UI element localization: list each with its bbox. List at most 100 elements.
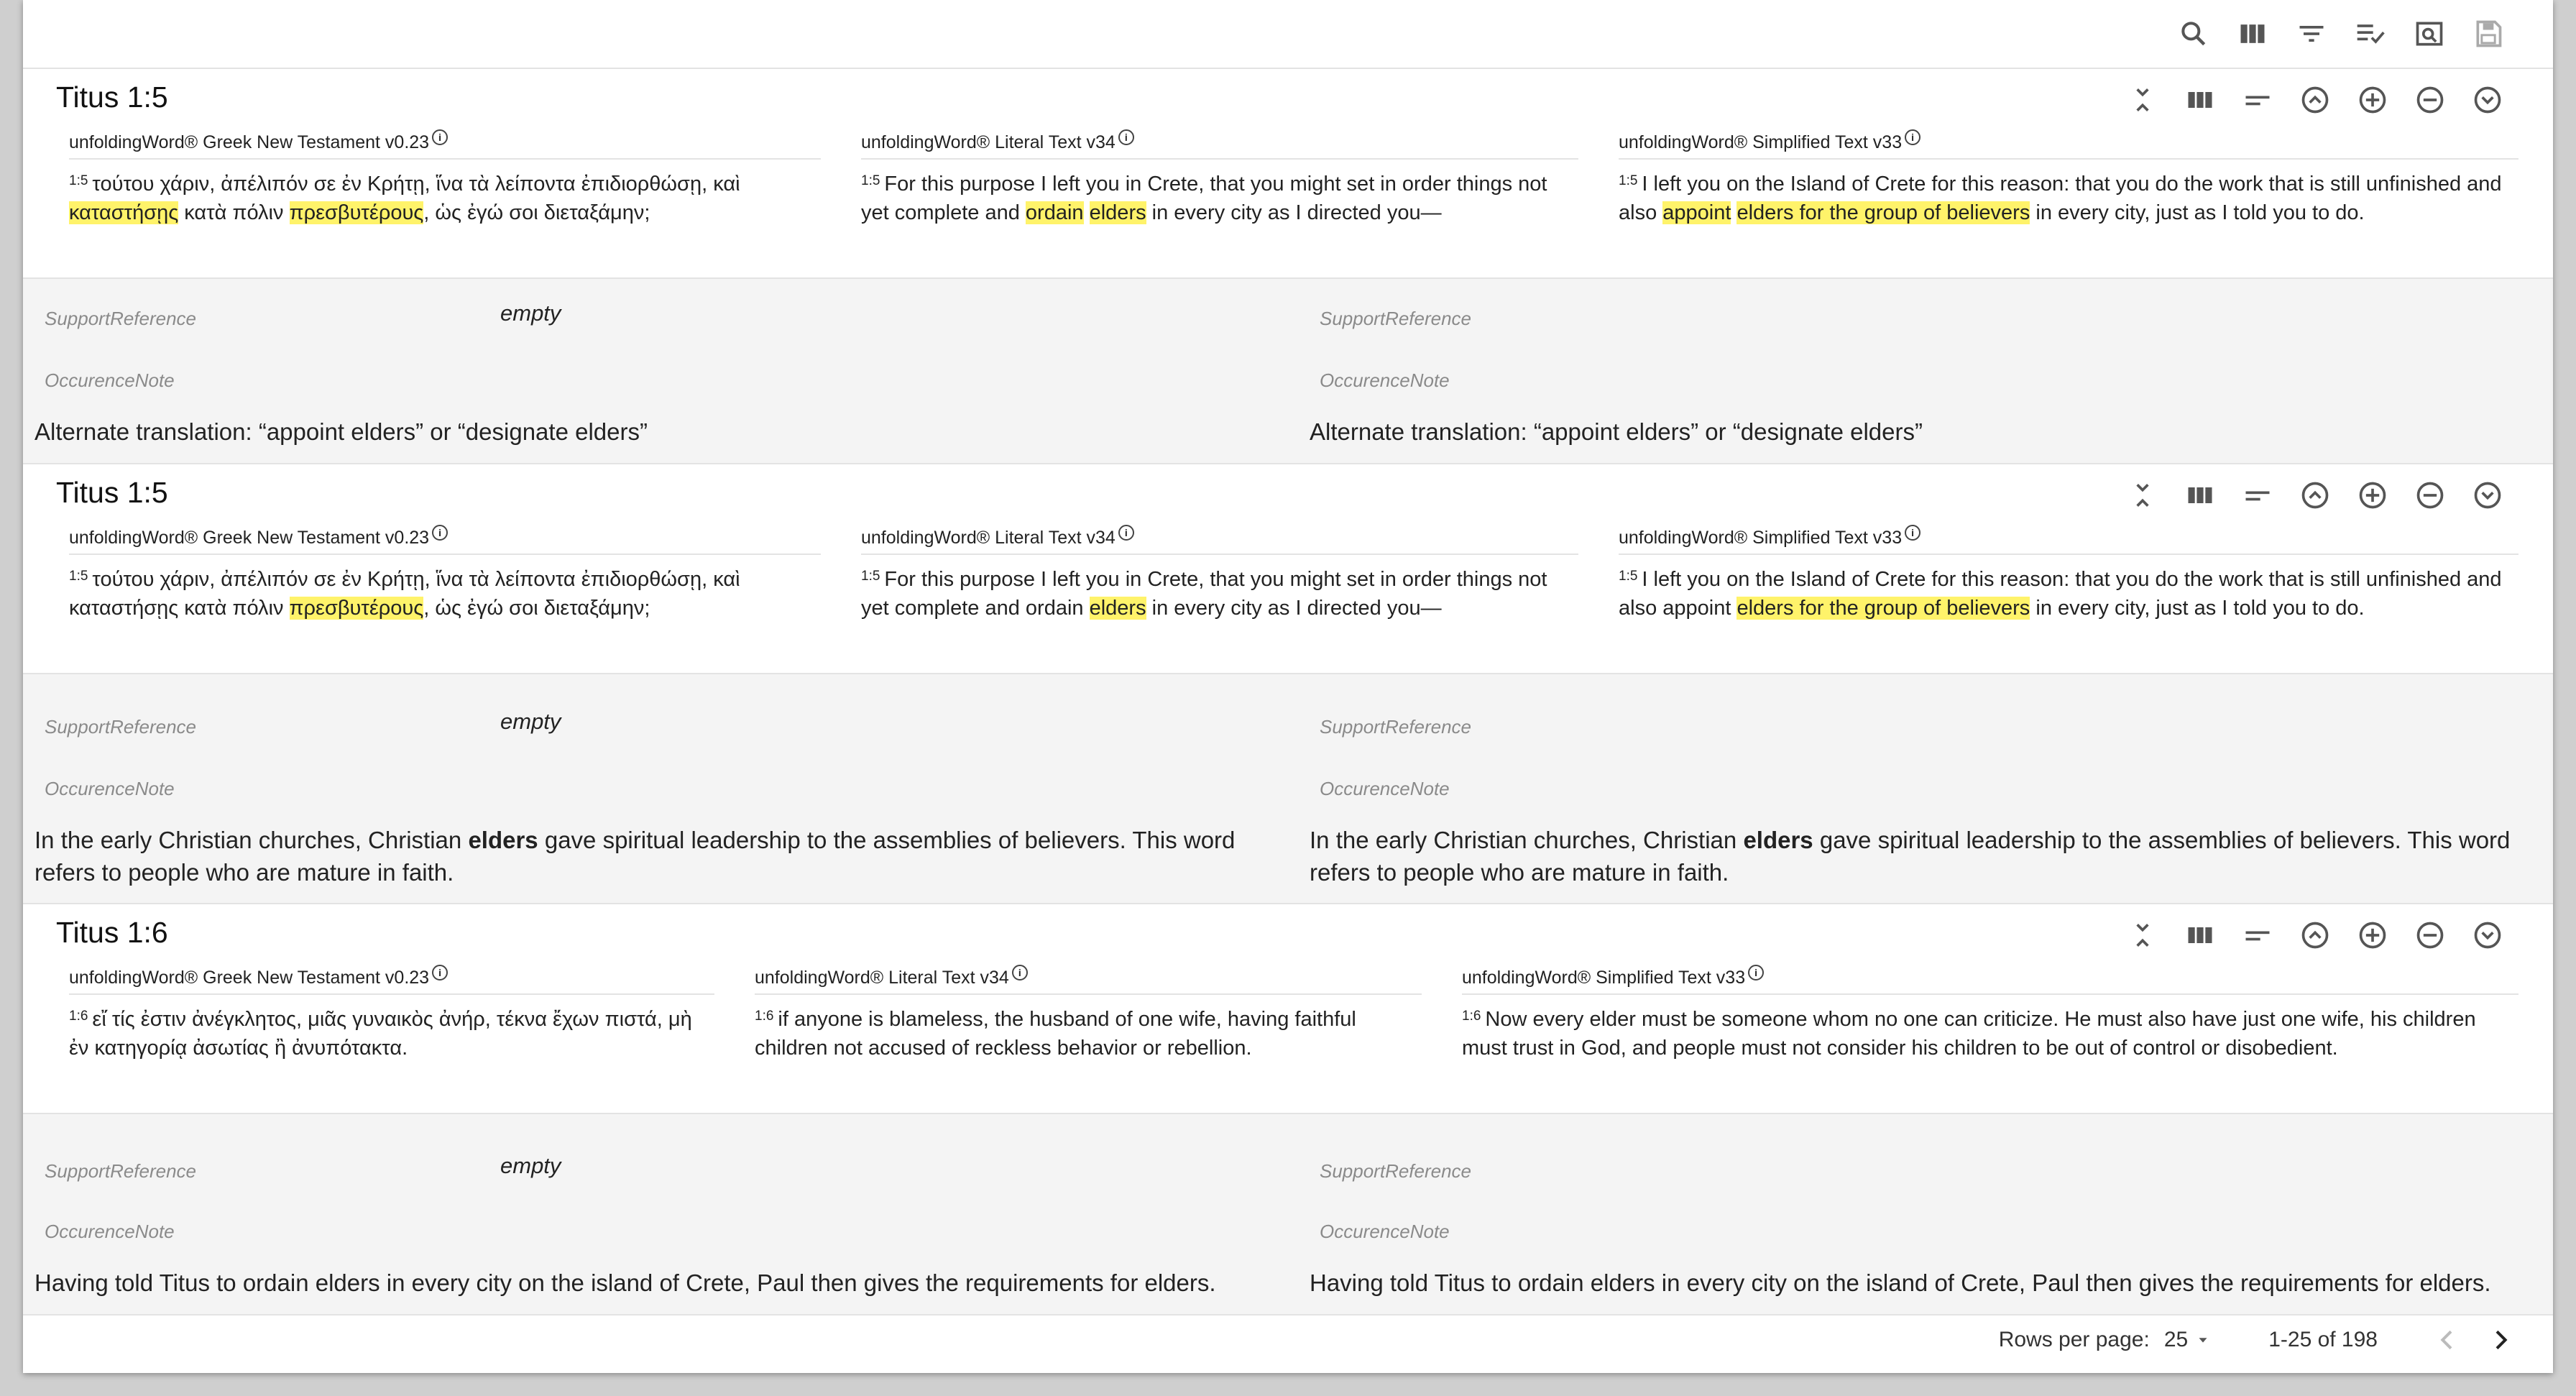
info-icon[interactable]: i — [432, 525, 448, 541]
collapse-button[interactable] — [2123, 476, 2162, 515]
verse-text: 1:5 τούτου χάριν, ἀπέλιπόν σε ἐν Κρήτῃ, ἵ… — [69, 555, 821, 623]
column-title: unfoldingWord® Simplified Text v33 i — [1619, 129, 2518, 160]
add-circle-icon — [2359, 922, 2386, 949]
highlighted-word: elders for the group of believers — [1736, 201, 2030, 224]
short-text-icon — [2245, 931, 2270, 941]
column-title-text: unfoldingWord® Simplified Text v33 — [1462, 968, 1746, 988]
info-icon[interactable]: i — [1905, 129, 1921, 145]
highlighted-word: ordain — [1025, 201, 1084, 224]
verse-segment: τούτου χάριν, ἀπέλιπόν σε ἐν Κρήτῃ, ἵνα … — [92, 173, 740, 196]
column-title: unfoldingWord® Greek New Testament v0.23… — [69, 525, 821, 555]
occurrence-note-label: OccurenceNote — [1320, 369, 1450, 391]
verse-body: τούτου χάριν, ἀπέλιπόν σε ἐν Κρήτῃ, ἵνα … — [69, 568, 740, 620]
info-icon[interactable]: i — [432, 965, 448, 981]
pagination-bar: Rows per page: 25 1-25 of 198 — [23, 1307, 2553, 1373]
highlighted-word: πρεσβυτέρους — [289, 597, 424, 620]
verse-segment — [1084, 201, 1090, 224]
short-text-button[interactable] — [2238, 81, 2277, 119]
short-text-button[interactable] — [2238, 916, 2277, 955]
collapse-icon — [2136, 484, 2149, 507]
verse-segment: κατὰ πόλιν — [178, 201, 290, 224]
info-icon[interactable]: i — [1905, 525, 1921, 541]
info-icon[interactable]: i — [1011, 965, 1028, 981]
column-title-text: unfoldingWord® Greek New Testament v0.23 — [69, 132, 430, 152]
row-columns-button[interactable] — [2181, 476, 2220, 515]
verse-segment: in every city as I directed you— — [1146, 201, 1442, 224]
collapse-button[interactable] — [2123, 81, 2162, 119]
support-reference-label: SupportReference — [45, 308, 197, 329]
row-reference-title: Titus 1:5 — [56, 81, 168, 114]
scripture-column: unfoldingWord® Literal Text v34 i 1:6 if a… — [743, 965, 1450, 1062]
next-page-button[interactable] — [2481, 1321, 2520, 1359]
column-title: unfoldingWord® Literal Text v34 i — [861, 525, 1578, 555]
row-columns-button[interactable] — [2181, 81, 2220, 119]
remove-button[interactable] — [2411, 476, 2450, 515]
search-button[interactable] — [2175, 15, 2212, 52]
move-down-button[interactable] — [2468, 476, 2507, 515]
checklist-icon — [2357, 24, 2385, 44]
move-down-button[interactable] — [2468, 916, 2507, 955]
add-button[interactable] — [2353, 476, 2392, 515]
scripture-column: unfoldingWord® Literal Text v34 i 1:5 For … — [850, 129, 1607, 227]
scripture-column: unfoldingWord® Simplified Text v33 i 1:6 N… — [1450, 965, 2518, 1062]
occurrence-note-text: Having told Titus to ordain elders in ev… — [1310, 1269, 2491, 1296]
row-columns-button[interactable] — [2181, 916, 2220, 955]
checklist-button[interactable] — [2352, 15, 2389, 52]
verse-segment: in every city, just as I told you to do. — [2030, 597, 2365, 620]
move-down-button[interactable] — [2468, 81, 2507, 119]
chevron-left-icon — [2440, 1330, 2452, 1350]
info-icon[interactable]: i — [1118, 525, 1134, 541]
collapse-icon — [2136, 88, 2149, 111]
highlighted-word: elders for the group of believers — [1736, 597, 2030, 620]
verse-segment: Now every elder must be someone whom no … — [1462, 1008, 2476, 1060]
view-columns-icon — [2188, 927, 2212, 943]
preview-icon — [2416, 22, 2443, 46]
occurrence-note-label: OccurenceNote — [1320, 778, 1450, 799]
row-actions — [2123, 916, 2507, 955]
short-text-icon — [2245, 96, 2270, 106]
info-icon[interactable]: i — [432, 129, 448, 145]
empty-value: empty — [500, 1153, 561, 1178]
move-up-button[interactable] — [2296, 916, 2334, 955]
support-reference-label: SupportReference — [45, 1160, 197, 1182]
filter-button[interactable] — [2293, 15, 2330, 52]
verse-ref: 1:5 — [69, 569, 88, 584]
info-icon[interactable]: i — [1118, 129, 1134, 145]
highlighted-word: appoint — [1662, 201, 1731, 224]
previous-page-button[interactable] — [2428, 1321, 2467, 1359]
scripture-column: unfoldingWord® Simplified Text v33 i 1:5 I… — [1607, 129, 2518, 227]
caret-down-icon — [2199, 1338, 2207, 1343]
column-title-text: unfoldingWord® Greek New Testament v0.23 — [69, 968, 430, 988]
save-button[interactable] — [2470, 15, 2507, 52]
verse-segment: , ὡς ἐγώ σοι διεταξάμην; — [423, 597, 650, 620]
scripture-columns: unfoldingWord® Greek New Testament v0.23… — [58, 965, 2518, 1062]
empty-value: empty — [500, 300, 561, 326]
verse-ref: 1:5 — [861, 173, 880, 188]
info-icon[interactable]: i — [1748, 965, 1765, 981]
verse-text: 1:5 τούτου χάριν, ἀπέλιπόν σε ἐν Κρήτῃ, ἵ… — [69, 160, 821, 227]
remove-button[interactable] — [2411, 81, 2450, 119]
scripture-column: unfoldingWord® Simplified Text v33 i 1:5 I… — [1607, 525, 2518, 623]
occurrence-note-label: OccurenceNote — [45, 1221, 175, 1242]
row-detail: SupportReference empty OccurenceNote Hav… — [23, 1114, 2553, 1315]
preview-button[interactable] — [2411, 15, 2448, 52]
short-text-button[interactable] — [2238, 476, 2277, 515]
page-range: 1-25 of 198 — [2268, 1328, 2378, 1351]
column-title-text: unfoldingWord® Literal Text v34 — [755, 968, 1009, 988]
scripture-column: unfoldingWord® Greek New Testament v0.23… — [58, 965, 743, 1062]
rows-per-page-select[interactable]: 25 — [2164, 1328, 2211, 1352]
row-detail: SupportReference empty OccurenceNote In … — [23, 674, 2553, 904]
remove-circle-icon — [2416, 86, 2444, 114]
verse-text: 1:6 εἴ τίς ἐστιν ἀνέγκλητος, μιᾶς γυναικὸ… — [69, 995, 714, 1062]
remove-button[interactable] — [2411, 916, 2450, 955]
column-title-text: unfoldingWord® Literal Text v34 — [861, 528, 1116, 548]
column-title: unfoldingWord® Literal Text v34 i — [861, 129, 1578, 160]
move-up-button[interactable] — [2296, 81, 2334, 119]
move-up-button[interactable] — [2296, 476, 2334, 515]
add-button[interactable] — [2353, 916, 2392, 955]
verse-ref: 1:5 — [69, 173, 88, 188]
column-title-text: unfoldingWord® Simplified Text v33 — [1619, 528, 1903, 548]
collapse-button[interactable] — [2123, 916, 2162, 955]
add-button[interactable] — [2353, 81, 2392, 119]
view-columns-button[interactable] — [2234, 15, 2271, 52]
